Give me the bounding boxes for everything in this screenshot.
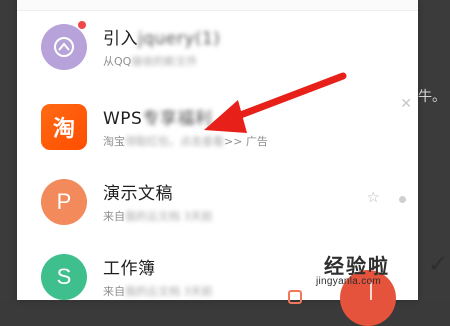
taobao-icon: 淘 [41, 104, 87, 150]
presentation-file-icon: P [41, 179, 87, 225]
item-subtitle: 来自我的云文档 3天前 [103, 283, 213, 299]
item-subtitle-blurred: 领取红包，点击查看 [125, 135, 224, 148]
item-subtitle-text: 从QQ [103, 55, 132, 68]
watermark-check-icon: ✓ [428, 250, 449, 278]
watermark-url: jingyanla.com [316, 276, 382, 287]
item-subtitle: 来自我的云文档 3天前 [103, 208, 213, 224]
item-subtitle: 淘宝领取红包，点击查看>> 广告 [103, 133, 268, 149]
item-title: 演示文稿 [103, 184, 173, 204]
watermark: 经验啦 ✓ jingyanla.com [300, 250, 450, 300]
item-subtitle: 从QQ接收的新文件 [103, 53, 197, 69]
item-title-blurred: 专享福利 [142, 109, 213, 129]
background-text: 牛。 [418, 89, 446, 105]
item-subtitle-blurred: 接收的新文件 [131, 55, 198, 68]
taobao-glyph: 淘 [52, 116, 75, 141]
item-title-blurred: jquery(1) [138, 29, 221, 49]
item-subtitle-blurred: 我的云文档 3天前 [125, 210, 213, 223]
item-subtitle-blurred: 我的云文档 3天前 [125, 285, 213, 298]
dot-icon[interactable] [399, 196, 406, 203]
item-subtitle-text: 来自 [103, 210, 125, 223]
workbook-file-icon: S [41, 254, 87, 300]
watermark-name: 经验啦 [324, 254, 390, 278]
item-subtitle-text: 来自 [103, 285, 125, 298]
list-item[interactable]: P 演示文稿 来自我的云文档 3天前 ☆ [17, 165, 418, 237]
item-title: WPS专享福利 [103, 104, 212, 129]
item-subtitle-text: 淘宝 [103, 135, 125, 148]
close-icon[interactable]: ✕ [400, 96, 412, 112]
item-title: 引入jquery(1) [103, 24, 220, 49]
ad-label: >> 广告 [224, 135, 268, 148]
presentation-glyph: P [56, 189, 72, 214]
workbook-glyph: S [56, 264, 72, 289]
item-title-text: 引入 [103, 29, 138, 49]
item-title-text: WPS [103, 109, 143, 129]
star-icon[interactable]: ☆ [367, 188, 380, 206]
unread-badge [78, 21, 86, 29]
item-title: 工作簿 [103, 259, 156, 279]
list-item[interactable]: 引入jquery(1) 从QQ接收的新文件 [17, 10, 418, 82]
cloud-upload-icon [41, 24, 87, 70]
list-item-ad[interactable]: 淘 WPS专享福利 淘宝领取红包，点击查看>> 广告 ✕ [17, 90, 418, 162]
